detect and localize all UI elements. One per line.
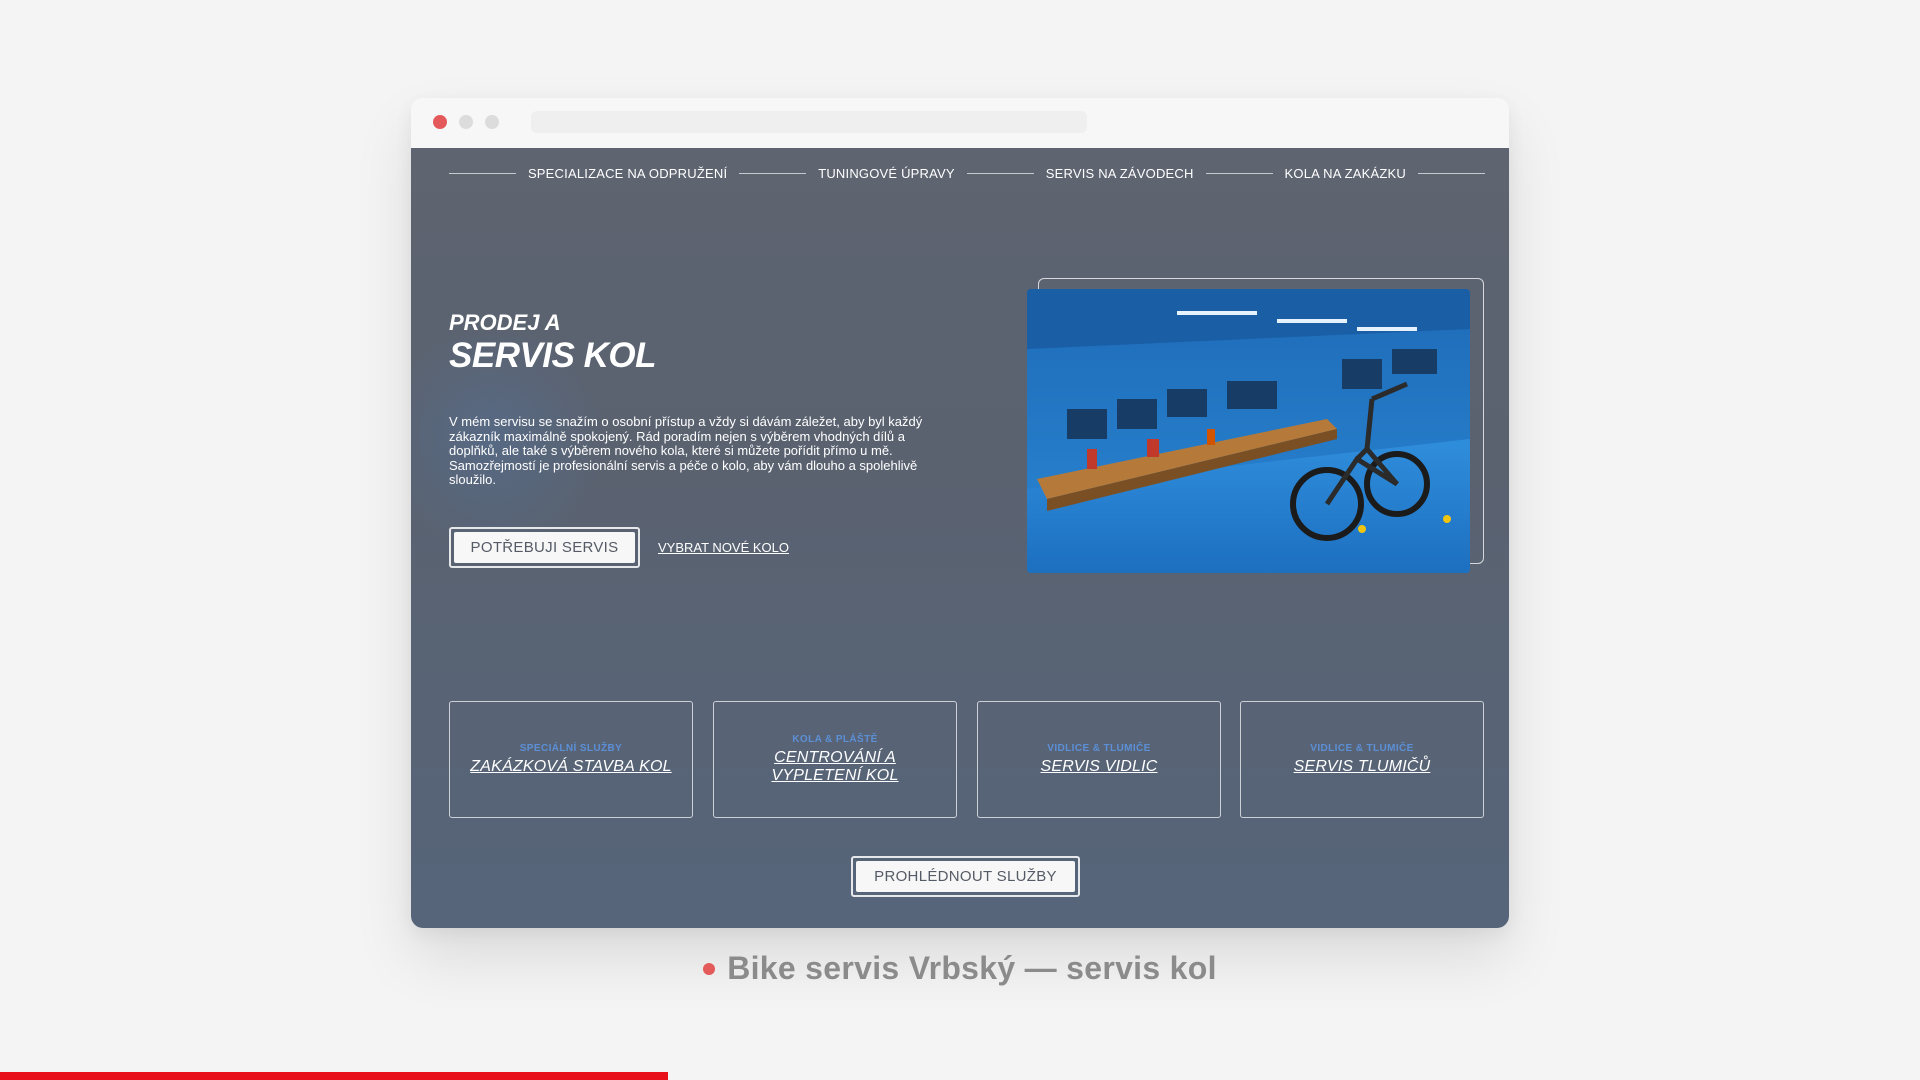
nav-divider: [449, 172, 516, 174]
service-card-title: SERVIS TLUMIČŮ: [1293, 758, 1431, 775]
close-window-dot[interactable]: [433, 115, 447, 129]
browse-services-label: PROHLÉDNOUT SLUŽBY: [856, 861, 1075, 892]
service-card-category: KOLA & PLÁŠTĚ: [792, 734, 878, 745]
workshop-photo: [1027, 289, 1470, 573]
nav-divider: [1205, 172, 1273, 174]
nav-divider: [739, 172, 807, 174]
browser-window: SPECIALIZACE NA ODPRUŽENÍ TUNINGOVÉ ÚPRA…: [411, 98, 1509, 928]
service-card-shock-service[interactable]: VIDLICE & TLUMIČE SERVIS TLUMIČŮ: [1240, 701, 1484, 818]
service-card-category: SPECIÁLNÍ SLUŽBY: [519, 743, 623, 754]
hero-title: SERVIS KOL: [449, 336, 656, 375]
service-card-category: VIDLICE & TLUMIČE: [1047, 743, 1151, 754]
nav-item-custom-bikes[interactable]: KOLA NA ZAKÁZKU: [1273, 166, 1419, 181]
browse-services-button[interactable]: PROHLÉDNOUT SLUŽBY: [851, 856, 1080, 897]
nav-item-suspension[interactable]: SPECIALIZACE NA ODPRUŽENÍ: [516, 166, 739, 181]
need-service-label: POTŘEBUJI SERVIS: [454, 532, 635, 563]
hero-description: V mém servisu se snažím o osobní přístup…: [449, 414, 923, 487]
need-service-button[interactable]: POTŘEBUJI SERVIS: [449, 527, 640, 568]
service-card-category: VIDLICE & TLUMIČE: [1310, 743, 1414, 754]
nav-item-tuning[interactable]: TUNINGOVÉ ÚPRAVY: [806, 166, 967, 181]
service-card-title: SERVIS VIDLIC: [1040, 758, 1158, 775]
hero-subtitle: PRODEJ A: [449, 310, 561, 335]
service-card-wheel-truing[interactable]: KOLA & PLÁŠTĚ CENTROVÁNÍ A VYPLETENÍ KOL: [713, 701, 957, 818]
browser-chrome: [411, 98, 1509, 148]
website-viewport: SPECIALIZACE NA ODPRUŽENÍ TUNINGOVÉ ÚPRA…: [411, 148, 1509, 928]
choose-new-bike-link[interactable]: VYBRAT NOVÉ KOLO: [658, 540, 789, 555]
nav-item-race-service[interactable]: SERVIS NA ZÁVODECH: [1034, 166, 1206, 181]
service-card-custom-build[interactable]: SPECIÁLNÍ SLUŽBY ZAKÁZKOVÁ STAVBA KOL: [449, 701, 693, 818]
caption: Bike servis Vrbský — servis kol: [0, 950, 1920, 987]
workshop-photo-icon: [1027, 289, 1470, 573]
progress-bar-fill: [0, 1072, 669, 1080]
nav-divider: [966, 172, 1034, 174]
caption-text: Bike servis Vrbský — servis kol: [727, 950, 1217, 986]
address-bar[interactable]: [531, 111, 1087, 133]
service-card-title: ZAKÁZKOVÁ STAVBA KOL: [470, 758, 672, 775]
bullet-dot-icon: [703, 962, 716, 975]
progress-bar: [0, 1072, 1920, 1080]
service-card-fork-service[interactable]: VIDLICE & TLUMIČE SERVIS VIDLIC: [977, 701, 1221, 818]
top-navigation: SPECIALIZACE NA ODPRUŽENÍ TUNINGOVÉ ÚPRA…: [449, 164, 1485, 182]
service-card-title: CENTROVÁNÍ A VYPLETENÍ KOL: [771, 749, 899, 784]
minimize-window-dot[interactable]: [459, 115, 473, 129]
nav-divider: [1418, 172, 1485, 174]
maximize-window-dot[interactable]: [485, 115, 499, 129]
